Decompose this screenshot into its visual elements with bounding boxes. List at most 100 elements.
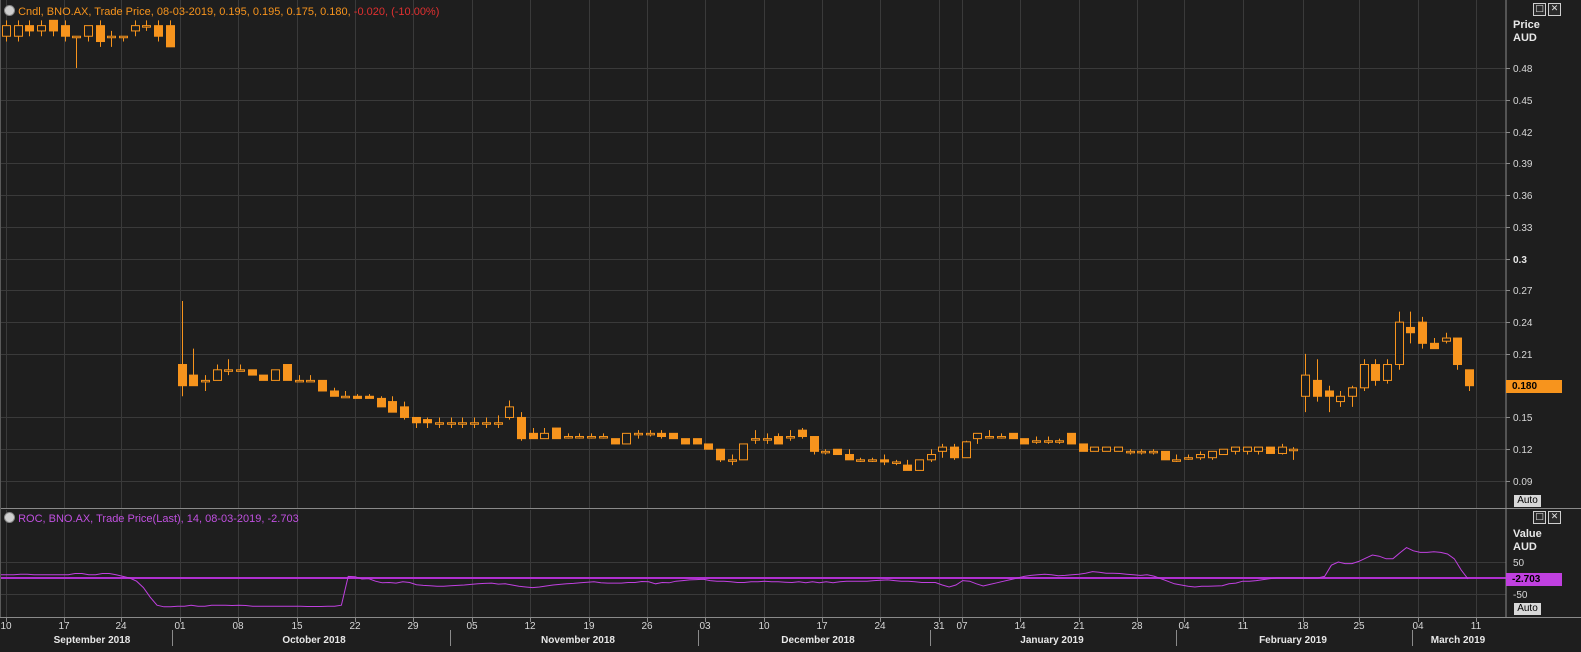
candle-body	[400, 406, 409, 418]
candle-body	[353, 395, 362, 399]
candle-body	[236, 369, 245, 372]
date-tick-label: 17	[816, 621, 828, 632]
candle-body	[435, 422, 444, 425]
candle-body	[423, 419, 432, 424]
candle-body	[657, 432, 666, 438]
legend-circle-icon[interactable]	[4, 5, 15, 16]
candle-body	[1102, 446, 1111, 452]
candle-body	[728, 459, 737, 462]
candle-body	[517, 416, 526, 440]
candle	[622, 432, 631, 445]
candle-body	[1406, 326, 1415, 334]
price-tick-label: 0.27	[1513, 286, 1533, 297]
price-pane-maximize-button[interactable]: □	[1533, 3, 1546, 16]
date-tick-label: 19	[583, 621, 595, 632]
candle-body	[178, 364, 187, 387]
candle-body	[1020, 438, 1029, 445]
candle-body	[985, 436, 994, 439]
candle-body	[716, 448, 725, 461]
candle-body	[306, 379, 315, 383]
candle-body	[330, 390, 339, 397]
candle-body	[166, 25, 175, 48]
candle-body	[283, 364, 292, 381]
date-tick-label: 11	[1471, 621, 1482, 632]
price-pane-close-button[interactable]: ✕	[1548, 3, 1561, 16]
candle-body	[1418, 321, 1427, 344]
date-tick-label: 18	[1297, 621, 1309, 632]
price-tick-label: 0.3	[1513, 255, 1527, 266]
price-auto-scale-button[interactable]: Auto	[1514, 495, 1541, 507]
candle	[716, 448, 725, 462]
date-tick-label: 15	[291, 621, 303, 632]
price-tick-label: 0.33	[1513, 223, 1533, 234]
price-tick-label: 0.36	[1513, 191, 1533, 202]
date-tick-label: 11	[1238, 621, 1249, 632]
price-axis-title: Price	[1513, 19, 1540, 31]
candle	[704, 443, 713, 450]
candle-body	[84, 25, 93, 37]
candle-body	[1126, 450, 1135, 454]
roc-last-value-flag: -2.703	[1506, 573, 1562, 586]
candle-body	[915, 459, 924, 471]
candle-body	[189, 374, 198, 387]
candle-body	[61, 25, 70, 37]
candle-body	[494, 422, 503, 425]
date-tick-label: 03	[699, 621, 711, 632]
price-legend: Cndl, BNO.AX, Trade Price, 08-03-2019, 0…	[4, 4, 439, 18]
candle-body	[833, 448, 842, 456]
candle-body	[1079, 443, 1088, 452]
candle-body	[1348, 387, 1357, 397]
date-tick-label: 14	[1014, 621, 1026, 632]
candle-body	[341, 395, 350, 399]
candle-body	[470, 422, 479, 425]
candle	[1219, 448, 1228, 456]
candle-body	[564, 436, 573, 439]
candle-body	[856, 459, 865, 462]
candle-body	[1371, 364, 1380, 381]
candle-body	[388, 401, 397, 413]
candle-body	[271, 369, 280, 381]
candle-body	[96, 25, 105, 43]
candle-body	[997, 436, 1006, 439]
candle-body	[892, 461, 901, 464]
legend-circle-icon[interactable]	[4, 512, 15, 523]
candle	[1079, 443, 1088, 452]
candle	[1102, 446, 1111, 452]
candle	[915, 459, 924, 471]
candle-body	[1137, 450, 1146, 454]
candle-body	[1325, 390, 1334, 397]
candle	[693, 438, 702, 445]
date-tick-label: 21	[1073, 621, 1085, 632]
price-legend-change: -0.020, (-10.00%)	[353, 6, 440, 18]
candle-body	[1254, 446, 1263, 452]
roc-pane-close-button[interactable]: ✕	[1548, 511, 1561, 524]
candle-body	[1383, 364, 1392, 381]
chart-canvas[interactable]: 0.09 0.12 0.15 0.21 0.24 0.27 0.3 0.33 0.36 0.39 0…	[0, 0, 1581, 652]
month-label: December 2018	[781, 635, 855, 646]
candle-body	[575, 436, 584, 439]
date-tick-label: 22	[349, 621, 361, 632]
date-tick-label: 08	[232, 621, 244, 632]
candle-body	[1196, 454, 1205, 459]
candle-body	[1208, 450, 1217, 459]
candle-body	[142, 25, 151, 28]
candle	[833, 448, 842, 456]
candle	[1161, 450, 1170, 461]
month-label: March 2019	[1431, 635, 1486, 646]
chart-background	[0, 0, 1581, 652]
candle-body	[37, 25, 46, 32]
candle	[552, 427, 561, 440]
candle-body	[1067, 432, 1076, 445]
roc-legend-period: 14, 08-03-2019, -2.703	[186, 513, 299, 525]
roc-pane-maximize-button[interactable]: □	[1533, 511, 1546, 524]
candle	[248, 369, 257, 376]
candle-body	[295, 379, 304, 383]
candle-body	[938, 446, 947, 452]
candle-body	[482, 422, 491, 425]
candle-body	[1360, 364, 1369, 389]
candle-body	[1243, 446, 1252, 452]
candle-body	[1161, 450, 1170, 461]
date-tick-label: 28	[1131, 621, 1143, 632]
roc-auto-scale-button[interactable]: Auto	[1514, 603, 1541, 615]
candle-body	[1453, 337, 1462, 366]
